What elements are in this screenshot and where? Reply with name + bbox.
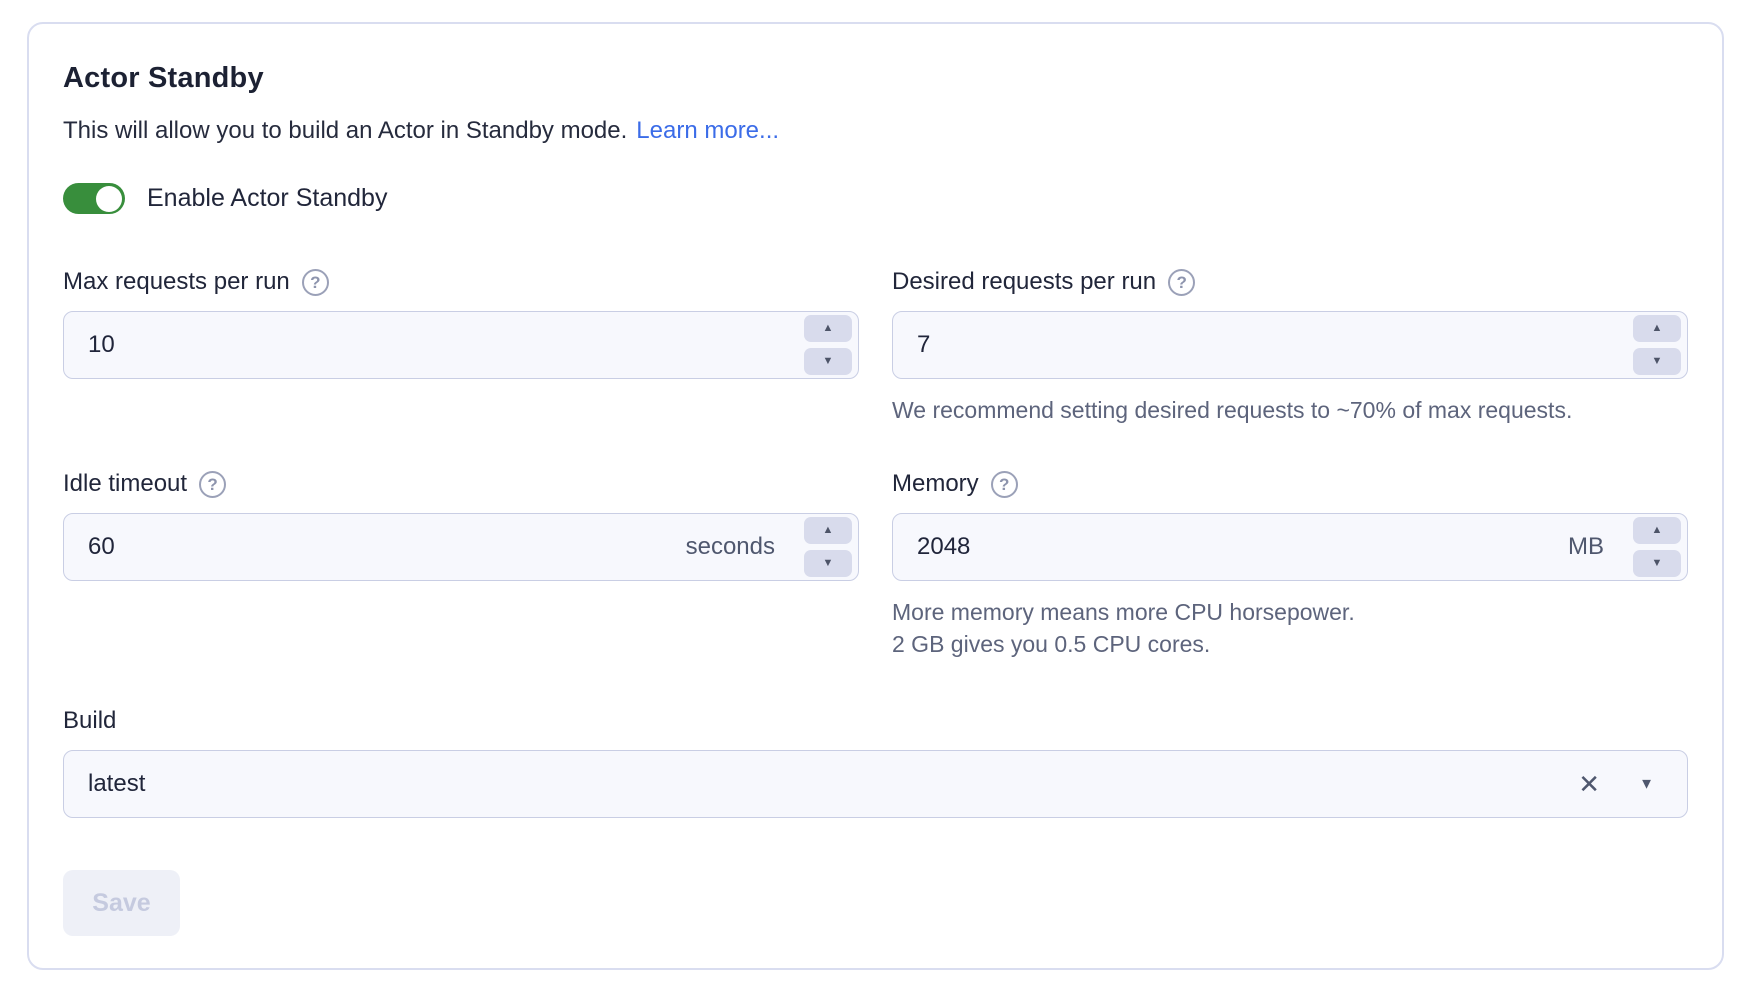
max-requests-label: Max requests per run: [63, 268, 290, 296]
actor-standby-panel: Actor Standby This will allow you to bui…: [27, 22, 1724, 970]
toggle-label: Enable Actor Standby: [147, 184, 387, 213]
desired-requests-input[interactable]: [892, 311, 1688, 379]
field-max-requests: Max requests per run ? ▲ ▼: [63, 268, 859, 379]
panel-title: Actor Standby: [63, 62, 1688, 95]
spinner-down-icon[interactable]: ▼: [1633, 550, 1681, 577]
field-desired-requests: Desired requests per run ? ▲ ▼ We recomm…: [892, 268, 1688, 426]
memory-helper-line2: 2 GB gives you 0.5 CPU cores.: [892, 628, 1688, 660]
idle-timeout-label: Idle timeout: [63, 470, 187, 498]
fields-grid: Max requests per run ? ▲ ▼ Desired reque…: [63, 268, 1688, 660]
save-button[interactable]: Save: [63, 870, 180, 936]
spinner-down-icon[interactable]: ▼: [1633, 348, 1681, 375]
enable-standby-toggle[interactable]: [63, 183, 125, 214]
spinner-up-icon[interactable]: ▲: [1633, 517, 1681, 544]
spinner-up-icon[interactable]: ▲: [1633, 315, 1681, 342]
chevron-down-icon[interactable]: ▼: [1639, 777, 1654, 792]
spinner-down-icon[interactable]: ▼: [804, 550, 852, 577]
description-text: This will allow you to build an Actor in…: [63, 117, 627, 144]
field-build: Build ✕ ▼: [63, 707, 1688, 818]
desired-requests-helper: We recommend setting desired requests to…: [892, 394, 1688, 426]
help-icon[interactable]: ?: [991, 471, 1018, 498]
help-icon[interactable]: ?: [199, 471, 226, 498]
build-select-input[interactable]: [63, 750, 1688, 818]
help-icon[interactable]: ?: [1168, 269, 1195, 296]
spinner-up-icon[interactable]: ▲: [804, 315, 852, 342]
learn-more-link[interactable]: Learn more...: [636, 117, 779, 144]
panel-description: This will allow you to build an Actor in…: [63, 117, 1688, 145]
field-idle-timeout: Idle timeout ? seconds ▲ ▼: [63, 470, 859, 581]
memory-input[interactable]: [892, 513, 1688, 581]
toggle-knob-icon: [96, 186, 122, 212]
memory-helper-line1: More memory means more CPU horsepower.: [892, 596, 1688, 628]
clear-icon[interactable]: ✕: [1578, 771, 1600, 797]
idle-timeout-input[interactable]: [63, 513, 859, 581]
help-icon[interactable]: ?: [302, 269, 329, 296]
spinner-down-icon[interactable]: ▼: [804, 348, 852, 375]
desired-requests-label: Desired requests per run: [892, 268, 1156, 296]
spinner-up-icon[interactable]: ▲: [804, 517, 852, 544]
enable-standby-row: Enable Actor Standby: [63, 183, 1688, 214]
memory-label: Memory: [892, 470, 979, 498]
build-label: Build: [63, 707, 116, 735]
field-memory: Memory ? MB ▲ ▼ More memory means more C…: [892, 470, 1688, 660]
max-requests-input[interactable]: [63, 311, 859, 379]
